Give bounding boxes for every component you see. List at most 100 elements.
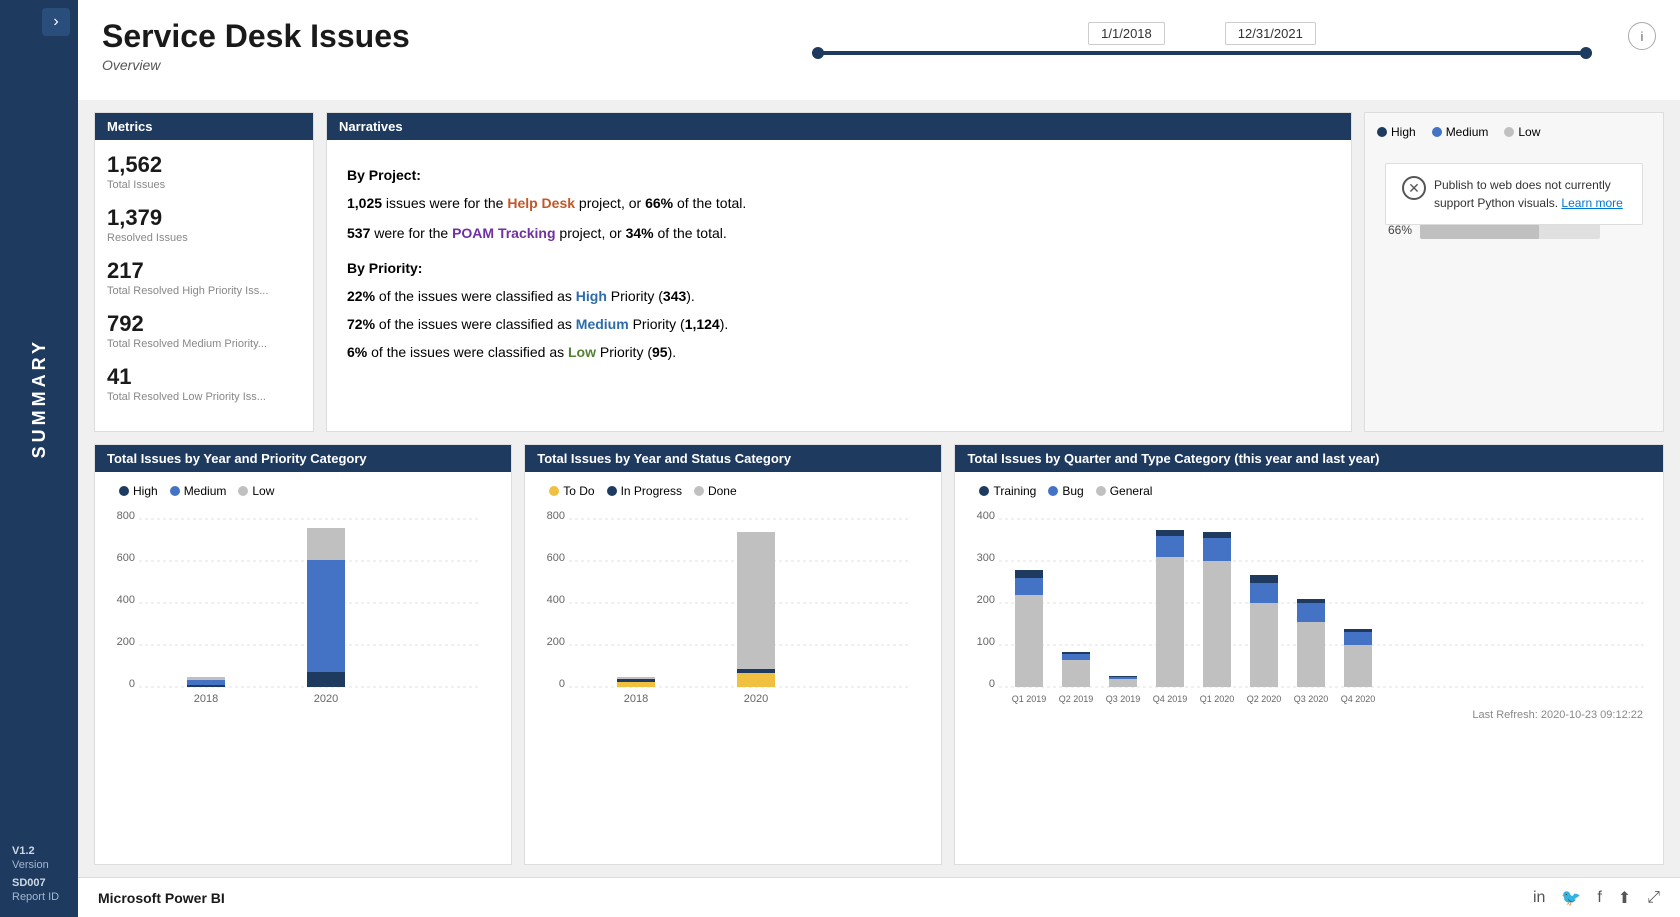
- sidebar-collapse-button[interactable]: ›: [42, 8, 70, 36]
- chart3-header: Total Issues by Quarter and Type Categor…: [955, 445, 1663, 472]
- c2-legend-done: Done: [694, 484, 737, 498]
- narrative-poam-link[interactable]: POAM Tracking: [452, 225, 555, 241]
- narratives-panel: Narratives By Project: 1,025 issues were…: [326, 112, 1352, 432]
- legend-high-label: High: [1391, 125, 1416, 139]
- narrative-66pct: 66%: [645, 195, 673, 211]
- by-priority-title: By Priority:: [347, 257, 1331, 281]
- narrative-line1-mid2: project, or: [575, 195, 645, 211]
- p1-high-link[interactable]: High: [576, 288, 607, 304]
- legend-medium-label: Medium: [1446, 125, 1489, 139]
- narrative-helpdesk-link[interactable]: Help Desk: [507, 195, 575, 211]
- bottom-row: Total Issues by Year and Priority Catego…: [94, 444, 1664, 865]
- c3-general-label: General: [1110, 484, 1153, 498]
- metric-label-4: Total Resolved Low Priority Iss...: [107, 391, 301, 403]
- brand-label: Microsoft Power BI: [98, 890, 225, 906]
- linkedin-icon[interactable]: in: [1533, 889, 1545, 907]
- by-project-title: By Project:: [347, 164, 1331, 188]
- metric-label-3: Total Resolved Medium Priority...: [107, 338, 301, 350]
- c2-inprogress-label: In Progress: [621, 484, 682, 498]
- svg-text:400: 400: [547, 594, 565, 606]
- c2-todo-label: To Do: [563, 484, 594, 498]
- sidebar-version: V1.2: [12, 845, 66, 857]
- svg-text:Q4 2020: Q4 2020: [1341, 694, 1376, 704]
- info-button[interactable]: i: [1628, 22, 1656, 50]
- c1-medium-label: Medium: [184, 484, 227, 498]
- chart2-header: Total Issues by Year and Status Category: [525, 445, 941, 472]
- c3-legend-training: Training: [979, 484, 1036, 498]
- chart2-svg: 0 200 400 600 800: [537, 502, 929, 702]
- c3-training-label: Training: [993, 484, 1036, 498]
- narrative-1025: 1,025: [347, 195, 382, 211]
- metrics-header: Metrics: [95, 113, 313, 140]
- p1-num: 343: [663, 288, 686, 304]
- main-content: Service Desk Issues Overview 1/1/2018 12…: [78, 0, 1680, 917]
- p3-end: Priority (: [596, 344, 652, 360]
- close-button[interactable]: ✕: [1402, 176, 1426, 200]
- c3-legend-bug: Bug: [1048, 484, 1083, 498]
- bar-66-label: 66%: [1377, 223, 1412, 237]
- share-icon[interactable]: ⬆: [1618, 888, 1631, 908]
- p3-low-link[interactable]: Low: [568, 344, 596, 360]
- twitter-icon[interactable]: 🐦: [1561, 888, 1581, 908]
- c3-bug-dot: [1048, 486, 1058, 496]
- header: Service Desk Issues Overview 1/1/2018 12…: [78, 0, 1680, 100]
- date-start[interactable]: 1/1/2018: [1088, 22, 1165, 45]
- svg-text:Q4 2019: Q4 2019: [1153, 694, 1188, 704]
- metric-value-2: 217: [107, 258, 301, 284]
- sidebar-report-id: SD007: [12, 877, 66, 889]
- date-range-control[interactable]: 1/1/2018 12/31/2021: [792, 22, 1612, 55]
- chart1-header: Total Issues by Year and Priority Catego…: [95, 445, 511, 472]
- svg-text:Q1 2019: Q1 2019: [1012, 694, 1047, 704]
- p3-num: 95: [652, 344, 668, 360]
- c2-todo-dot: [549, 486, 559, 496]
- last-refresh: Last Refresh: 2020-10-23 09:12:22: [967, 705, 1651, 725]
- svg-text:2020: 2020: [744, 693, 768, 705]
- svg-text:Q3 2020: Q3 2020: [1294, 694, 1329, 704]
- c3-legend-general: General: [1096, 484, 1153, 498]
- c1-low-label: Low: [252, 484, 274, 498]
- narratives-header: Narratives: [327, 113, 1351, 140]
- narrative-34pct: 34%: [626, 225, 654, 241]
- svg-text:600: 600: [117, 552, 135, 564]
- svg-text:0: 0: [129, 678, 135, 690]
- c3-general-dot: [1096, 486, 1106, 496]
- priority-line2: 72% of the issues were classified as Med…: [347, 313, 1331, 337]
- error-overlay: ✕ Publish to web does not currently supp…: [1385, 163, 1643, 225]
- p2-pct: 72%: [347, 316, 375, 332]
- legend-high: High: [1377, 125, 1416, 139]
- metric-value-4: 41: [107, 364, 301, 390]
- chart1-body: High Medium Low 0: [95, 472, 511, 864]
- svg-text:Q2 2020: Q2 2020: [1247, 694, 1282, 704]
- sidebar-version-key: Version: [12, 859, 66, 871]
- sidebar-report-id-key: Report ID: [12, 891, 66, 903]
- date-slider[interactable]: [812, 51, 1592, 55]
- chart3-body: Training Bug General 0: [955, 472, 1663, 864]
- chart-right-panel: High Medium Low 59%: [1364, 112, 1664, 432]
- p1-pct: 22%: [347, 288, 375, 304]
- p1-mid: of the issues were classified as: [375, 288, 576, 304]
- svg-text:Q3 2019: Q3 2019: [1106, 694, 1141, 704]
- narrative-line1-mid1: issues were for the: [382, 195, 507, 211]
- error-message: Publish to web does not currently suppor…: [1434, 176, 1626, 212]
- expand-icon[interactable]: ⤢: [1647, 889, 1660, 907]
- svg-text:2018: 2018: [194, 693, 218, 705]
- chart-status-panel: Total Issues by Year and Status Category…: [524, 444, 942, 865]
- metric-label-0: Total Issues: [107, 179, 301, 191]
- priority-line1: 22% of the issues were classified as Hig…: [347, 285, 1331, 309]
- svg-text:400: 400: [117, 594, 135, 606]
- narrative-537: 537: [347, 225, 370, 241]
- c2-inprogress-dot: [607, 486, 617, 496]
- c2-done-label: Done: [708, 484, 737, 498]
- metric-low-priority: 41 Total Resolved Low Priority Iss...: [107, 364, 301, 403]
- c2-legend-inprogress: In Progress: [607, 484, 682, 498]
- learn-more-link[interactable]: Learn more: [1561, 196, 1622, 210]
- metric-resolved-issues: 1,379 Resolved Issues: [107, 205, 301, 244]
- p3-mid: of the issues were classified as: [367, 344, 568, 360]
- metric-label-2: Total Resolved High Priority Iss...: [107, 285, 301, 297]
- medium-dot: [1432, 127, 1442, 137]
- facebook-icon[interactable]: f: [1597, 889, 1601, 907]
- date-end[interactable]: 12/31/2021: [1225, 22, 1316, 45]
- c3-bug-label: Bug: [1062, 484, 1083, 498]
- p2-medium-link[interactable]: Medium: [576, 316, 629, 332]
- svg-text:200: 200: [977, 594, 995, 606]
